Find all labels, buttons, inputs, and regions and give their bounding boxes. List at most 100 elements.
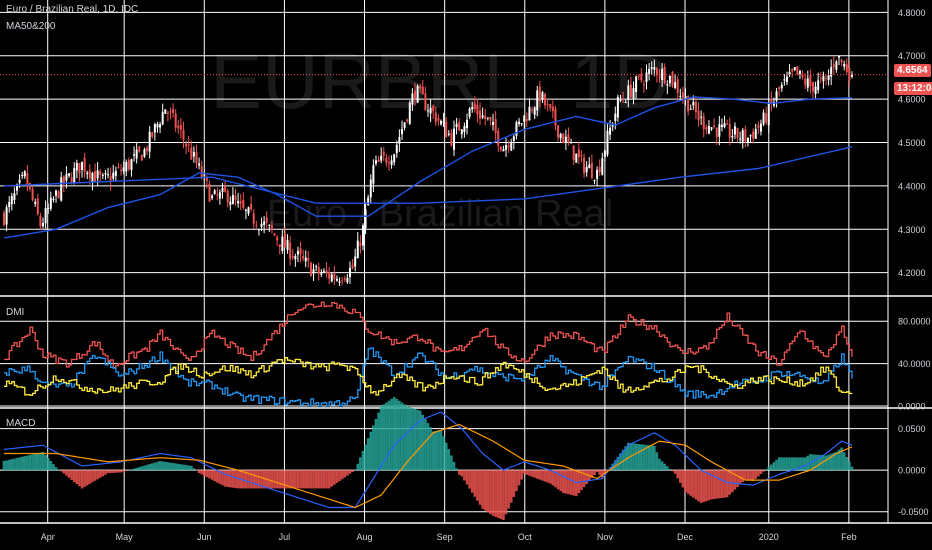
candle-body [294,255,297,260]
macd-histogram-bar [790,457,794,471]
countdown-tag: 13:12:04 [894,82,932,95]
candle-body [385,157,388,163]
macd-histogram-bar [369,431,373,471]
macd-histogram-bar [676,470,680,479]
candle-body [81,161,84,170]
macd-histogram-bar [496,470,500,518]
candle-body [268,224,271,226]
macd-histogram-bar [749,470,752,481]
candle-body [689,108,692,110]
candle-body [400,129,403,135]
candle-body [759,123,762,132]
macd-histogram-bar [72,470,76,483]
macd-histogram-bar [686,470,690,494]
candle-body [676,79,679,93]
candle-body [346,277,349,283]
macd-histogram-bar [559,470,562,492]
candle-body [406,119,409,122]
macd-histogram-bar [197,470,201,474]
candle-body [843,63,846,67]
candle-body [585,166,588,173]
candle-body [114,170,117,176]
macd-histogram-bar [327,470,331,489]
candle-body [767,102,770,126]
macd-histogram-bar [182,464,185,471]
macd-histogram-bar [535,470,539,479]
candle-body [830,67,833,77]
indicator-label-ma[interactable]: MA50&200 [6,21,55,32]
candle-body [588,164,591,169]
macd-histogram-bar [759,470,763,474]
macd-histogram-bar [538,470,542,480]
candle-body [817,80,820,91]
macd-histogram-bar [26,455,29,471]
candle-body [395,144,398,154]
candle-body [533,107,536,115]
time-tick-label: May [116,532,134,542]
candle-body [832,64,835,68]
candle-body [354,256,357,267]
candle-body [710,127,713,130]
macd-histogram-bar [2,461,6,471]
macd-histogram-bar [359,457,362,471]
candle-body [489,116,492,121]
candle-body [96,170,99,179]
candle-body [31,189,34,201]
macd-histogram-bar [803,457,807,471]
macd-histogram-bar [647,445,651,471]
candle-body [809,74,812,87]
macd-histogram-bar [98,470,102,478]
candle-body [601,158,604,175]
time-tick-label: Nov [597,532,614,542]
candle-body [182,129,185,140]
macd-histogram-bar [522,470,526,474]
candle-body [361,225,364,246]
candle-body [427,110,429,112]
macd-histogram-bar [275,470,279,489]
candle-body [73,168,76,183]
candle-body [125,162,128,172]
macd-histogram-bar [23,456,27,471]
macd-histogram-bar [450,455,453,471]
macd-histogram-bar [561,470,565,493]
candle-body [437,118,440,121]
candle-body [304,257,307,262]
candle-body [622,99,625,101]
candle-body [460,129,463,135]
candle-body [796,66,799,75]
dmi-tick-label: 80.0000 [898,317,931,327]
candle-body [231,194,234,205]
candle-body [281,236,284,251]
candle-body [661,68,664,81]
macd-histogram-bar [187,465,190,471]
candle-body [674,82,677,88]
macd-histogram-bar [671,470,674,472]
macd-histogram-bar [353,470,357,471]
candle-body [614,113,617,122]
candle-body [765,113,768,123]
candle-body [68,173,71,176]
macd-histogram-bar [736,470,739,488]
candle-body [94,171,97,182]
candle-body [731,135,734,138]
macd-histogram-bar [322,470,326,489]
candle-body [151,132,154,137]
price-tick-label: 4.4000 [898,181,926,191]
macd-histogram-bar [517,470,521,486]
macd-histogram-bar [390,398,393,471]
indicator-label-dmi[interactable]: DMI [6,307,24,318]
candle-body [468,108,471,117]
macd-histogram-bar [757,470,760,477]
candle-body [811,82,814,92]
chart-canvas[interactable]: EURBRL, 1D Euro / Brazilian Real 4.8000 4… [0,0,932,550]
macd-histogram-bar [447,449,451,471]
macd-histogram-bar [398,400,401,471]
candle-body [606,130,609,155]
indicator-label-macd[interactable]: MACD [6,418,35,429]
macd-histogram-bar [379,406,383,471]
macd-histogram-bar [452,461,456,471]
candle-body [169,111,172,113]
candle-body [23,171,26,177]
macd-histogram-bar [775,459,778,471]
candle-body [520,123,523,125]
